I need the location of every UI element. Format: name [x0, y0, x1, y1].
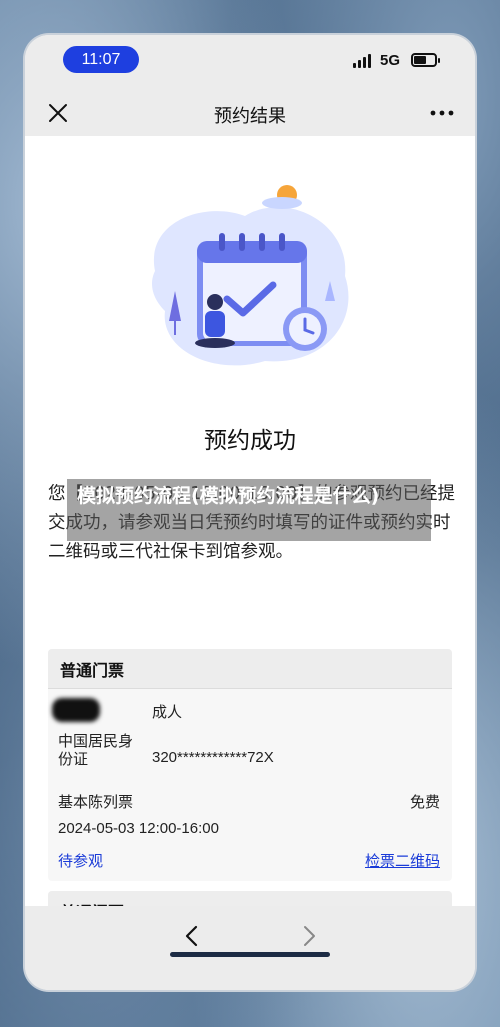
id-type: 中国居民身份证: [58, 732, 134, 768]
battery-level: [414, 56, 426, 64]
ticket-card: 普通门票 成人 中国居民身份证 320************72X 基本陈列票…: [48, 649, 452, 881]
ticket-body: 成人 中国居民身份证 320************72X 基本陈列票 免费 2…: [48, 689, 452, 881]
more-icon[interactable]: [429, 103, 455, 123]
status-bar: 11:07 5G: [25, 35, 475, 90]
id-number: 320************72X: [152, 749, 274, 766]
page-title: 预约结果: [214, 106, 286, 127]
visitor-type: 成人: [152, 703, 183, 721]
ticket-price: 免费: [409, 793, 440, 811]
network-type: 5G: [380, 52, 401, 69]
ticket-header: 普通门票: [48, 649, 452, 689]
redacted-name: [52, 698, 100, 722]
navigation-bar: 预约结果: [25, 90, 475, 136]
result-title: 预约成功: [204, 428, 296, 454]
chevron-left-icon[interactable]: [180, 924, 204, 948]
calendar-success-illustration: [152, 185, 349, 366]
bottom-navigation: [25, 906, 475, 990]
visit-datetime: 2024-05-03 12:00-16:00: [58, 820, 219, 837]
signal-icon: [353, 54, 371, 68]
chevron-right-icon[interactable]: [297, 924, 321, 948]
battery-icon: [411, 53, 440, 67]
exhibit-name: 基本陈列票: [58, 793, 134, 811]
ticket-status[interactable]: 待参观: [58, 850, 103, 871]
status-time: 11:07: [63, 46, 139, 73]
watermark-text: 模拟预约流程(模拟预约流程是什么): [77, 485, 380, 507]
home-indicator[interactable]: [170, 952, 330, 957]
qr-code-link[interactable]: 检票二维码: [365, 850, 440, 871]
